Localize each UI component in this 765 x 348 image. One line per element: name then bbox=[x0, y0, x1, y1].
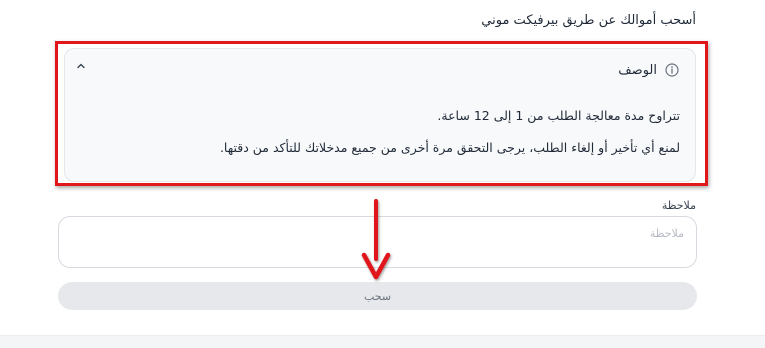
description-card-header[interactable]: الوصف bbox=[618, 60, 679, 80]
description-card: الوصف تتراوح مدة معالجة الطلب من 1 إلى 1… bbox=[64, 48, 696, 182]
withdraw-button[interactable]: سحب bbox=[58, 282, 697, 310]
bottom-bar bbox=[0, 335, 765, 348]
description-line-processing-time: تتراوح مدة معالجة الطلب من 1 إلى 12 ساعة… bbox=[437, 108, 680, 123]
page-heading: أسحب أموالك عن طريق بيرفيكت موني bbox=[481, 13, 696, 28]
note-input[interactable] bbox=[58, 216, 697, 268]
info-icon bbox=[665, 63, 679, 77]
withdraw-page: أسحب أموالك عن طريق بيرفيكت موني الوصف ت… bbox=[0, 0, 765, 335]
description-line-verify-inputs: لمنع أي تأخير أو إلغاء الطلب، يرجى التحق… bbox=[219, 140, 680, 155]
description-card-title: الوصف bbox=[618, 62, 657, 78]
chevron-up-icon[interactable] bbox=[75, 61, 87, 71]
note-label: ملاحظة bbox=[661, 199, 696, 212]
